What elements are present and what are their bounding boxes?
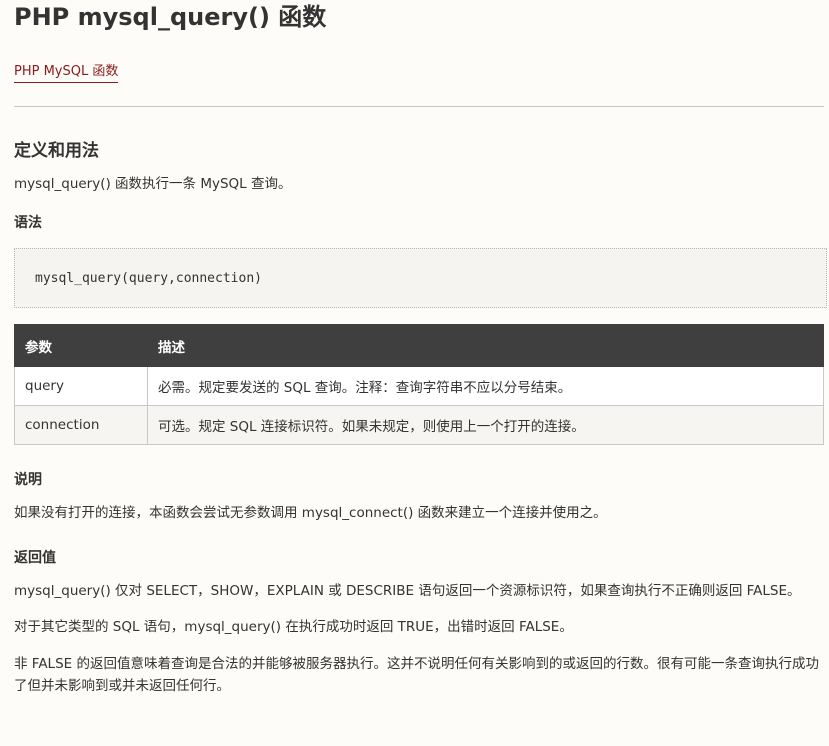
explanation-heading: 说明: [14, 472, 42, 488]
table-header-row: 参数 描述: [14, 324, 824, 367]
param-desc: 必需。规定要发送的 SQL 查询。注释：查询字符串不应以分号结束。: [147, 366, 824, 406]
syntax-code: mysql_query(query,connection): [35, 271, 262, 286]
table-header-desc: 描述: [147, 324, 824, 367]
return-value-p2: 对于其它类型的 SQL 语句，mysql_query() 在执行成功时返回 TR…: [14, 619, 573, 635]
param-desc: 可选。规定 SQL 连接标识符。如果未规定，则使用上一个打开的连接。: [147, 405, 824, 445]
definition-heading: 定义和用法: [14, 141, 99, 161]
table-row: connection 可选。规定 SQL 连接标识符。如果未规定，则使用上一个打…: [14, 405, 824, 445]
return-value-p3: 非 FALSE 的返回值意味着查询是合法的并能够被服务器执行。这并不说明任何有关…: [14, 656, 819, 694]
page-title: PHP mysql_query() 函数: [14, 3, 327, 31]
page-content: PHP mysql_query() 函数 PHP MySQL 函数 定义和用法 …: [0, 0, 829, 697]
category-link[interactable]: PHP MySQL 函数: [14, 64, 119, 83]
table-row: query 必需。规定要发送的 SQL 查询。注释：查询字符串不应以分号结束。: [14, 366, 824, 406]
return-value-heading: 返回值: [14, 550, 56, 566]
return-value-p1: mysql_query() 仅对 SELECT，SHOW，EXPLAIN 或 D…: [14, 583, 801, 599]
syntax-code-block: mysql_query(query,connection): [14, 248, 827, 308]
explanation-text: 如果没有打开的连接，本函数会尝试无参数调用 mysql_connect() 函数…: [14, 505, 607, 521]
table-header-param: 参数: [14, 324, 148, 367]
param-name: query: [14, 366, 148, 406]
divider: [14, 106, 824, 107]
parameters-table: 参数 描述 query 必需。规定要发送的 SQL 查询。注释：查询字符串不应以…: [14, 324, 824, 445]
syntax-heading: 语法: [14, 215, 42, 231]
param-name: connection: [14, 405, 148, 445]
definition-text: mysql_query() 函数执行一条 MySQL 查询。: [14, 176, 292, 192]
